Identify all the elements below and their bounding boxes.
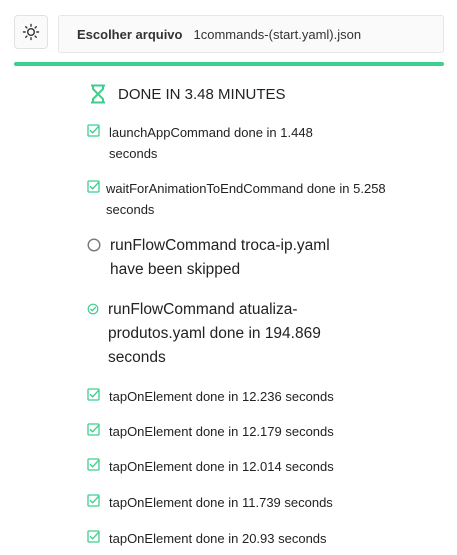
check-square-icon — [87, 530, 100, 548]
command-text: runFlowCommand troca-ip.yaml have been s… — [110, 237, 330, 278]
command-text: waitForAnimationToEndCommand done in 5.2… — [106, 181, 386, 217]
command-item: waitForAnimationToEndCommand done in 5.2… — [87, 178, 386, 220]
circle-icon — [87, 238, 101, 257]
command-text: tapOnElement done in 11.739 seconds — [109, 495, 333, 510]
check-square-icon — [87, 388, 100, 406]
file-input[interactable]: Escolher arquivo 1commands-(start.yaml).… — [58, 15, 444, 53]
check-square-icon — [87, 180, 100, 198]
check-square-icon — [87, 458, 100, 476]
command-item: runFlowCommand troca-ip.yaml have been s… — [87, 234, 360, 282]
check-square-icon — [87, 124, 100, 142]
command-item: tapOnElement done in 11.739 seconds — [87, 492, 409, 513]
command-text: runFlowCommand atualiza-produtos.yaml do… — [108, 301, 321, 366]
command-text: tapOnElement done in 20.93 seconds — [109, 531, 327, 546]
command-item: tapOnElement done in 12.179 seconds — [87, 421, 409, 442]
command-item: tapOnElement done in 20.93 seconds — [87, 528, 409, 549]
summary-text: DONE IN 3.48 MINUTES — [118, 85, 286, 103]
file-name-label: 1commands-(start.yaml).json — [193, 26, 362, 42]
command-text: tapOnElement done in 12.014 seconds — [109, 459, 334, 474]
check-circle-icon — [87, 302, 99, 320]
command-item: tapOnElement done in 12.014 seconds — [87, 456, 409, 477]
command-item: tapOnElement done in 12.236 seconds — [87, 386, 409, 407]
command-item: launchAppCommand done in 1.448 seconds — [87, 122, 359, 164]
theme-toggle-button[interactable] — [14, 15, 48, 49]
command-text: launchAppCommand done in 1.448 seconds — [109, 125, 313, 161]
check-square-icon — [87, 494, 100, 512]
command-item: runFlowCommand atualiza-produtos.yaml do… — [87, 298, 358, 370]
command-text: tapOnElement done in 12.179 seconds — [109, 424, 334, 439]
sun-icon — [22, 23, 40, 41]
hourglass-icon — [91, 84, 105, 104]
summary-header: DONE IN 3.48 MINUTES — [90, 84, 286, 104]
check-square-icon — [87, 423, 100, 441]
progress-bar — [14, 62, 444, 66]
command-text: tapOnElement done in 12.236 seconds — [109, 389, 334, 404]
choose-file-button[interactable]: Escolher arquivo — [77, 27, 182, 42]
